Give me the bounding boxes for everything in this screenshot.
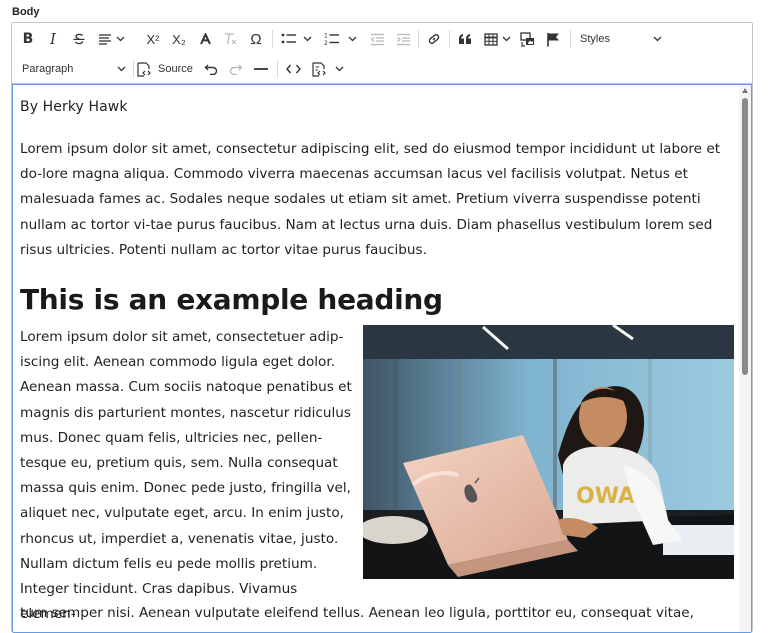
editor-toolbar: B I X² X₂ Ω 1 2 Styles Paragraph Source	[12, 23, 752, 84]
source-icon	[137, 61, 151, 77]
paragraph-format-dropdown[interactable]: Paragraph	[20, 57, 130, 81]
photo-student-laptop: OWA	[363, 325, 734, 579]
horizontal-line-icon	[254, 68, 268, 70]
strikethrough-button[interactable]	[68, 27, 90, 51]
subscript-icon: X₂	[172, 31, 186, 47]
redo-button[interactable]	[225, 57, 247, 81]
strikethrough-icon	[73, 33, 85, 45]
heading: This is an example heading	[20, 283, 443, 316]
flag-icon	[547, 32, 559, 46]
show-blocks-icon	[311, 61, 326, 77]
student-photo[interactable]: OWA	[363, 325, 734, 579]
toolbar-separator	[418, 30, 419, 48]
media-embed-button[interactable]	[517, 27, 539, 51]
alignment-dropdown[interactable]	[94, 27, 128, 51]
table-icon	[483, 32, 498, 46]
numbered-list-button[interactable]: 1 2	[321, 27, 343, 51]
special-characters-icon: Ω	[250, 30, 262, 48]
paragraph: Lorem ipsum dolor sit amet, consectetur …	[20, 141, 721, 258]
redo-icon	[229, 64, 243, 75]
byline: By Herky Hawk	[20, 99, 128, 115]
chevron-down-icon	[303, 36, 311, 42]
scrollbar-thumb[interactable]	[742, 98, 748, 375]
paragraph-continued: tum semper nisi. Aenean vulputate eleife…	[20, 605, 694, 632]
indent-button[interactable]	[392, 27, 414, 51]
outdent-icon	[370, 33, 384, 45]
toolbar-separator	[570, 30, 571, 48]
undo-icon	[204, 64, 218, 75]
chevron-down-icon	[502, 36, 510, 42]
field-label: Body	[12, 6, 40, 18]
chevron-down-icon	[116, 36, 124, 42]
toolbar-row-1: B I X² X₂ Ω 1 2 Styles	[12, 24, 752, 54]
paragraph: Lorem ipsum dolor sit amet, consectetuer…	[20, 329, 352, 623]
text-color-icon	[199, 32, 211, 44]
paragraph-format-label: Paragraph	[22, 63, 74, 75]
blockquote-icon	[459, 34, 471, 44]
italic-icon: I	[50, 29, 56, 48]
photo-shirt-text: OWA	[576, 484, 635, 509]
rich-text-editor: B I X² X₂ Ω 1 2 Styles Paragraph Source …	[11, 22, 753, 633]
editor-content-area[interactable]: By Herky Hawk Lorem ipsum dolor sit amet…	[12, 84, 752, 633]
svg-text:2: 2	[324, 40, 328, 46]
text-color-button[interactable]	[194, 27, 216, 51]
styles-dropdown[interactable]: Styles	[576, 27, 666, 51]
bulleted-list-button[interactable]	[278, 27, 300, 51]
bulleted-list-dropdown[interactable]	[300, 27, 314, 51]
show-blocks-button[interactable]	[308, 57, 330, 81]
remove-format-icon	[224, 33, 236, 45]
horizontal-line-button[interactable]	[250, 57, 272, 81]
bold-button[interactable]: B	[17, 27, 39, 51]
superscript-button[interactable]: X²	[142, 27, 164, 51]
source-button[interactable]: Source	[137, 57, 197, 81]
media-embed-icon	[520, 31, 534, 47]
indent-icon	[396, 33, 410, 45]
link-icon	[428, 34, 440, 44]
subscript-button[interactable]: X₂	[168, 27, 190, 51]
flag-button[interactable]	[542, 27, 564, 51]
chevron-down-icon	[348, 36, 356, 42]
table-dropdown[interactable]	[480, 27, 514, 51]
outdent-button[interactable]	[366, 27, 388, 51]
numbered-list-dropdown[interactable]	[345, 27, 359, 51]
chevron-down-icon	[335, 66, 343, 72]
show-blocks-dropdown[interactable]	[332, 57, 346, 81]
align-icon	[98, 33, 111, 45]
toolbar-separator	[133, 60, 134, 78]
toolbar-row-2: Paragraph Source	[12, 54, 752, 84]
scroll-up-arrow-icon[interactable]	[742, 88, 748, 93]
remove-format-button[interactable]	[219, 27, 241, 51]
source-button-label: Source	[158, 63, 193, 75]
toolbar-separator	[449, 30, 450, 48]
toolbar-separator	[272, 30, 273, 48]
toolbar-separator	[277, 60, 278, 78]
blockquote-button[interactable]	[454, 27, 476, 51]
chevron-down-icon	[653, 36, 662, 42]
code-button[interactable]	[282, 57, 304, 81]
chevron-down-icon	[117, 66, 126, 72]
superscript-icon: X²	[146, 31, 160, 47]
special-characters-button[interactable]: Ω	[245, 27, 267, 51]
svg-text:1: 1	[324, 33, 328, 40]
vertical-scrollbar[interactable]	[739, 85, 751, 632]
code-icon	[285, 64, 301, 74]
undo-button[interactable]	[200, 57, 222, 81]
bulleted-list-icon	[281, 33, 296, 44]
numbered-list-icon: 1 2	[324, 33, 339, 46]
italic-button[interactable]: I	[42, 27, 64, 51]
bold-icon: B	[22, 31, 34, 47]
link-button[interactable]	[423, 27, 445, 51]
styles-dropdown-label: Styles	[580, 33, 610, 45]
